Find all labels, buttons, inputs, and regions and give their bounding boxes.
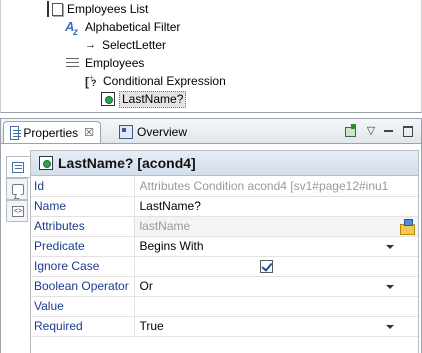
section-tab-properties[interactable] bbox=[6, 156, 31, 178]
property-key: Boolean Operator bbox=[31, 276, 135, 297]
predicate-select[interactable]: Begins With bbox=[134, 236, 418, 257]
property-key: Required bbox=[31, 316, 135, 337]
properties-table: Id Attributes Condition acond4 [sv1#page… bbox=[31, 176, 418, 337]
tree-item-label: Employees bbox=[85, 56, 145, 70]
property-row-required: Required True bbox=[31, 316, 418, 337]
ignore-case-cell bbox=[134, 256, 418, 277]
property-row-predicate: Predicate Begins With bbox=[31, 236, 418, 257]
lines-icon bbox=[65, 55, 81, 71]
attributes-field: lastName bbox=[134, 216, 418, 237]
filter-icon bbox=[65, 18, 81, 42]
property-row-attributes: Attributes lastName bbox=[31, 216, 418, 237]
tree-item-employees[interactable]: Employees bbox=[65, 54, 144, 72]
property-row-ignore-case: Ignore Case bbox=[31, 256, 418, 277]
close-tab-icon[interactable]: ☒ bbox=[84, 122, 94, 144]
conditional-expression-icon: + bbox=[83, 73, 99, 92]
name-field[interactable]: LastName? bbox=[134, 196, 418, 217]
properties-title: LastName? [acond4] bbox=[58, 155, 196, 171]
property-key: Ignore Case bbox=[31, 256, 135, 277]
section-tabs: <> bbox=[4, 150, 31, 350]
outline-tree: Employees List Alphabetical Filter → Sel… bbox=[0, 0, 422, 113]
tree-item-label: Conditional Expression bbox=[103, 74, 226, 88]
property-row-value: Value bbox=[31, 296, 418, 317]
tab-overview[interactable]: Overview bbox=[113, 121, 197, 143]
tree-item-alphabetical-filter[interactable]: Alphabetical Filter bbox=[65, 18, 181, 42]
boolean-operator-select[interactable]: Or bbox=[134, 276, 418, 297]
property-key: Name bbox=[31, 196, 135, 217]
minimize-icon[interactable] bbox=[382, 124, 396, 138]
tree-item-label: LastName? bbox=[119, 90, 187, 108]
properties-title-bar: LastName? [acond4] bbox=[31, 151, 418, 176]
required-select[interactable]: True bbox=[134, 316, 418, 337]
property-value-text: LastName? bbox=[139, 199, 201, 213]
property-value-id: Attributes Condition acond4 [sv1#page12#… bbox=[134, 176, 418, 197]
attribute-condition-icon bbox=[39, 156, 53, 170]
edit-attributes-icon[interactable] bbox=[398, 218, 416, 236]
tree-item-lastname[interactable]: LastName? bbox=[101, 90, 187, 108]
overview-icon bbox=[119, 125, 133, 139]
maximize-icon[interactable] bbox=[401, 124, 415, 138]
tree-item-label: SelectLetter bbox=[102, 38, 167, 52]
properties-icon bbox=[12, 162, 24, 173]
tree-item-label: Alphabetical Filter bbox=[85, 20, 181, 34]
pin-view-icon[interactable] bbox=[343, 124, 357, 138]
property-value-text: True bbox=[139, 319, 164, 333]
property-row-name: Name LastName? bbox=[31, 196, 418, 217]
properties-view-header: Properties ☒ Overview ▽ bbox=[0, 118, 422, 144]
properties-view: <> LastName? [acond4] Id Attributes Cond… bbox=[0, 144, 422, 353]
source-icon: <> bbox=[12, 206, 24, 217]
property-row-boolean-operator: Boolean Operator Or bbox=[31, 276, 418, 297]
property-key: Attributes bbox=[31, 216, 135, 237]
tab-label: Overview bbox=[137, 125, 188, 139]
value-field[interactable] bbox=[134, 296, 418, 317]
tree-item-label: Employees List bbox=[67, 2, 149, 16]
chevron-down-icon[interactable] bbox=[383, 280, 396, 293]
list-icon bbox=[47, 1, 63, 17]
tree-item-conditional-expression[interactable]: + Conditional Expression bbox=[83, 72, 226, 92]
properties-icon bbox=[10, 125, 22, 140]
tree-item-employees-list[interactable]: Employees List bbox=[47, 0, 148, 18]
chevron-down-icon[interactable] bbox=[383, 240, 396, 253]
properties-panel: LastName? [acond4] Id Attributes Conditi… bbox=[30, 150, 419, 353]
property-key: Id bbox=[31, 176, 135, 197]
section-tab-comments[interactable] bbox=[6, 178, 28, 200]
comment-icon bbox=[12, 184, 24, 195]
property-value-text: Or bbox=[139, 279, 153, 293]
property-key: Value bbox=[31, 296, 135, 317]
property-value-text: Begins With bbox=[139, 239, 204, 253]
tab-properties[interactable]: Properties ☒ bbox=[3, 121, 101, 143]
property-row-id: Id Attributes Condition acond4 [sv1#page… bbox=[31, 176, 418, 197]
arrow-icon: → bbox=[85, 39, 96, 51]
attribute-condition-icon bbox=[101, 92, 115, 106]
property-value-text: lastName bbox=[139, 219, 191, 233]
property-key: Predicate bbox=[31, 236, 135, 257]
ignore-case-checkbox[interactable] bbox=[259, 259, 273, 273]
tree-item-selectletter[interactable]: → SelectLetter bbox=[85, 36, 166, 54]
tab-label: Properties bbox=[23, 125, 79, 140]
section-tab-source[interactable]: <> bbox=[6, 200, 28, 222]
view-menu-icon[interactable]: ▽ bbox=[364, 124, 378, 138]
property-value-text: Attributes Condition acond4 [sv1#page12#… bbox=[139, 178, 389, 193]
chevron-down-icon[interactable] bbox=[383, 320, 396, 333]
